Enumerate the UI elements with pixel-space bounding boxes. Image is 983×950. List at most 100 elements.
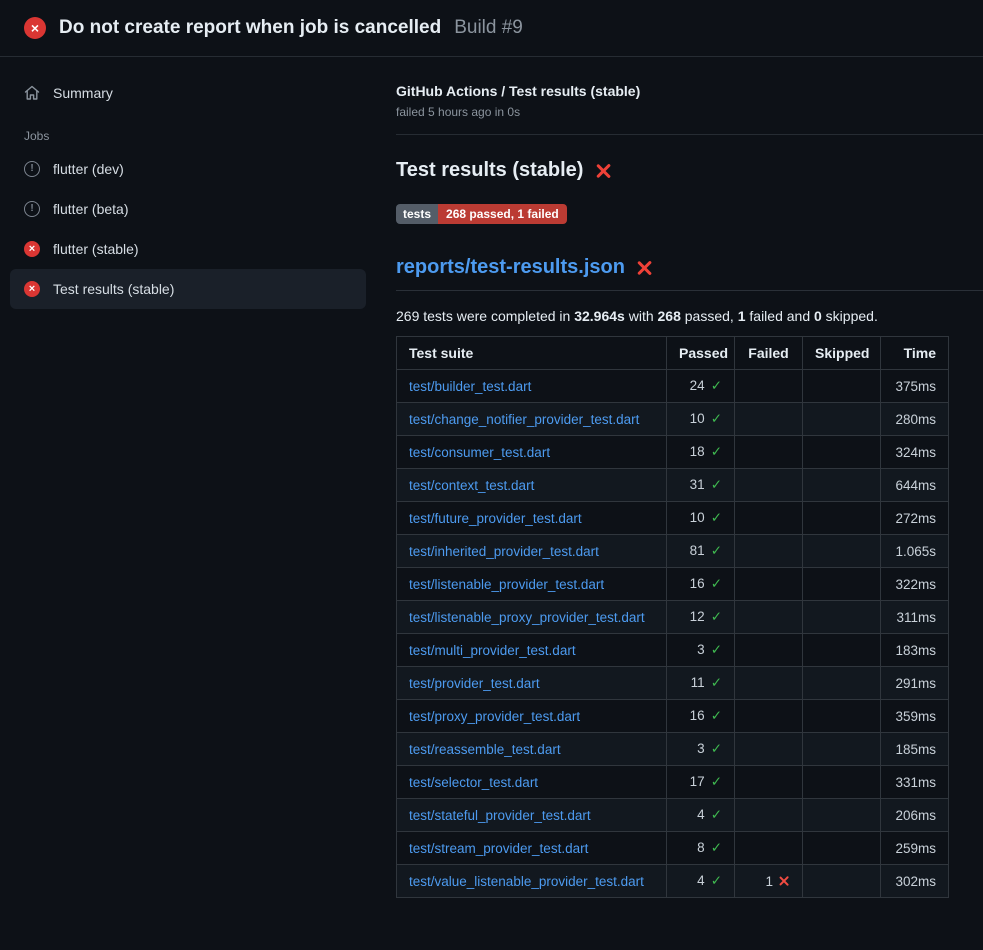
summary-fragment: failed and: [746, 308, 815, 324]
suite-link[interactable]: test/multi_provider_test.dart: [409, 643, 576, 658]
suite-link[interactable]: test/stream_provider_test.dart: [409, 841, 588, 856]
column-header-skipped: Skipped: [803, 337, 881, 370]
home-icon: [24, 85, 40, 101]
table-row: test/inherited_provider_test.dart81✓1.06…: [397, 535, 949, 568]
check-icon: ✓: [711, 675, 722, 690]
breadcrumb: GitHub Actions / Test results (stable): [396, 83, 983, 99]
sidebar-item-summary[interactable]: Summary: [10, 73, 366, 113]
table-row: test/stateful_provider_test.dart4✓206ms: [397, 799, 949, 832]
check-icon: ✓: [711, 873, 722, 888]
check-icon: ✓: [711, 807, 722, 822]
table-row: test/value_listenable_provider_test.dart…: [397, 865, 949, 898]
passed-cell: 10✓: [667, 403, 735, 436]
skipped-cell: [803, 370, 881, 403]
suite-link[interactable]: test/selector_test.dart: [409, 775, 538, 790]
table-row: test/provider_test.dart11✓291ms: [397, 667, 949, 700]
suite-cell: test/listenable_provider_test.dart: [397, 568, 667, 601]
failed-cell: [735, 700, 803, 733]
check-icon: ✓: [711, 444, 722, 459]
check-icon: ✓: [711, 741, 722, 756]
time-cell: 644ms: [881, 469, 949, 502]
sidebar: Summary Jobs !flutter (dev)!flutter (bet…: [0, 57, 380, 309]
passed-cell: 31✓: [667, 469, 735, 502]
skipped-cell: [803, 436, 881, 469]
check-icon: ✓: [711, 477, 722, 492]
suite-link[interactable]: test/context_test.dart: [409, 478, 534, 493]
skipped-cell: [803, 469, 881, 502]
sidebar-jobs-list: !flutter (dev)!flutter (beta)×flutter (s…: [10, 149, 366, 309]
sidebar-item-label: flutter (beta): [53, 201, 128, 217]
passed-cell: 17✓: [667, 766, 735, 799]
time-cell: 280ms: [881, 403, 949, 436]
suite-link[interactable]: test/listenable_provider_test.dart: [409, 577, 604, 592]
suite-link[interactable]: test/reassemble_test.dart: [409, 742, 561, 757]
sidebar-item-flutter-beta[interactable]: !flutter (beta): [10, 189, 366, 229]
content-area: Summary Jobs !flutter (dev)!flutter (bet…: [0, 57, 983, 898]
time-cell: 311ms: [881, 601, 949, 634]
failed-circle-icon: ×: [24, 241, 40, 257]
skipped-cell: [803, 568, 881, 601]
check-icon: ✓: [711, 510, 722, 525]
suite-cell: test/selector_test.dart: [397, 766, 667, 799]
passed-cell: 8✓: [667, 832, 735, 865]
report-link[interactable]: reports/test-results.json: [396, 256, 625, 279]
suite-link[interactable]: test/future_provider_test.dart: [409, 511, 582, 526]
column-header-time: Time: [881, 337, 949, 370]
check-icon: ✓: [711, 378, 722, 393]
passed-cell: 81✓: [667, 535, 735, 568]
suite-link[interactable]: test/change_notifier_provider_test.dart: [409, 412, 639, 427]
time-cell: 322ms: [881, 568, 949, 601]
column-header-failed: Failed: [735, 337, 803, 370]
table-row: test/proxy_provider_test.dart16✓359ms: [397, 700, 949, 733]
suite-cell: test/stream_provider_test.dart: [397, 832, 667, 865]
skipped-cell: [803, 535, 881, 568]
table-row: test/consumer_test.dart18✓324ms: [397, 436, 949, 469]
table-row: test/future_provider_test.dart10✓272ms: [397, 502, 949, 535]
check-icon: ✓: [711, 642, 722, 657]
suite-cell: test/context_test.dart: [397, 469, 667, 502]
skipped-cell: [803, 502, 881, 535]
skipped-cell: [803, 700, 881, 733]
suite-link[interactable]: test/builder_test.dart: [409, 379, 531, 394]
column-header-test-suite: Test suite: [397, 337, 667, 370]
summary-fragment: 269 tests were completed in: [396, 308, 574, 324]
summary-fragment: 1: [738, 308, 746, 324]
x-icon: [779, 876, 790, 887]
failed-circle-icon: ×: [24, 281, 40, 297]
suite-link[interactable]: test/stateful_provider_test.dart: [409, 808, 591, 823]
column-header-passed: Passed: [667, 337, 735, 370]
suite-link[interactable]: test/consumer_test.dart: [409, 445, 550, 460]
suite-link[interactable]: test/proxy_provider_test.dart: [409, 709, 580, 724]
suite-cell: test/stateful_provider_test.dart: [397, 799, 667, 832]
sidebar-item-flutter-dev[interactable]: !flutter (dev): [10, 149, 366, 189]
suite-link[interactable]: test/provider_test.dart: [409, 676, 540, 691]
failed-cell: [735, 370, 803, 403]
suite-cell: test/inherited_provider_test.dart: [397, 535, 667, 568]
run-status-text: failed 5 hours ago in 0s: [396, 105, 983, 119]
skipped-cell: [803, 601, 881, 634]
skipped-cell: [803, 766, 881, 799]
suite-cell: test/listenable_proxy_provider_test.dart: [397, 601, 667, 634]
check-icon: ✓: [711, 708, 722, 723]
sidebar-item-flutter-stable[interactable]: ×flutter (stable): [10, 229, 366, 269]
table-row: test/reassemble_test.dart3✓185ms: [397, 733, 949, 766]
failed-cell: [735, 502, 803, 535]
failed-cell: [735, 766, 803, 799]
suite-link[interactable]: test/inherited_provider_test.dart: [409, 544, 599, 559]
suite-link[interactable]: test/listenable_proxy_provider_test.dart: [409, 610, 645, 625]
time-cell: 206ms: [881, 799, 949, 832]
time-cell: 331ms: [881, 766, 949, 799]
sidebar-item-label: Test results (stable): [53, 281, 174, 297]
failed-cell: [735, 568, 803, 601]
suite-cell: test/reassemble_test.dart: [397, 733, 667, 766]
sidebar-item-test-results-stable[interactable]: × Test results (stable): [10, 269, 366, 309]
skipped-cell: [803, 865, 881, 898]
main-panel: GitHub Actions / Test results (stable) f…: [380, 57, 983, 898]
table-header-row: Test suitePassedFailedSkippedTime: [397, 337, 949, 370]
failed-cell: [735, 832, 803, 865]
check-icon: ✓: [711, 609, 722, 624]
summary-fragment: with: [625, 308, 658, 324]
failed-x-icon: [594, 162, 612, 180]
passed-cell: 3✓: [667, 634, 735, 667]
suite-link[interactable]: test/value_listenable_provider_test.dart: [409, 874, 644, 889]
